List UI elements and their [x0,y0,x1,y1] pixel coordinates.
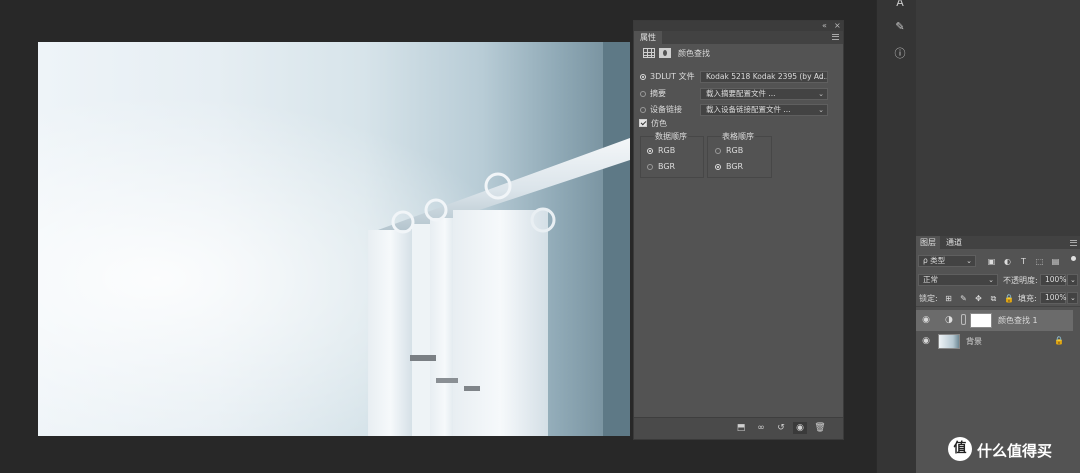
dither-label: 仿色 [651,119,667,128]
fill-label: 填充: [1018,294,1037,303]
smart-object-filter-icon[interactable]: ▤ [1051,257,1060,266]
adjustment-grid-icon[interactable] [643,48,655,58]
data-order-rgb-radio[interactable] [647,148,653,154]
table-order-bgr-radio[interactable] [715,164,721,170]
device-link-select[interactable]: 载入设备链接配置文件 ... ⌄ [700,104,828,116]
layer-filter-value: ρ 类型 [923,256,946,265]
watermark-text: 什么值得买 [977,442,1053,460]
lock-artboard-icon[interactable]: ⧉ [989,294,998,303]
opacity-value: 100% [1045,275,1067,284]
abstract-profile-select[interactable]: 载入摘要配置文件 ... ⌄ [700,88,828,100]
chevron-down-icon: ⌄ [1070,276,1076,284]
tab-channels[interactable]: 通道 [942,236,966,249]
lock-all-icon[interactable]: 🔒 [1004,294,1014,303]
layer-row-background[interactable]: ◉ 背景 🔒 [916,331,1080,352]
panel-titlebar: « × [634,21,843,31]
data-order-bgr-label: BGR [658,162,676,171]
fill-dropdown[interactable]: ⌄ [1067,292,1078,304]
panel-menu-icon[interactable] [1070,240,1077,246]
site-watermark: 值 什么值得买 [948,437,1066,463]
chevron-down-icon: ⌄ [818,106,824,114]
tab-layers[interactable]: 图层 [916,236,940,249]
option-label-abstract: 摘要 [650,89,666,98]
adjustment-layer-icon: ◑ [945,315,953,325]
data-order-title: 数据顺序 [654,131,688,142]
eye-icon[interactable]: ◉ [921,315,931,325]
mask-icon[interactable] [659,48,671,58]
device-link-value: 载入设备链接配置文件 ... [706,105,791,114]
document-canvas[interactable] [38,42,630,436]
chevron-down-icon: ⌄ [818,73,824,81]
delete-icon[interactable]: 🗑 [813,422,827,434]
dither-checkbox[interactable] [639,119,647,127]
layer-mask-thumbnail[interactable] [970,313,992,328]
visibility-icon[interactable]: ◉ [793,422,807,434]
curtain-photo [368,42,630,436]
data-order-bgr-radio[interactable] [647,164,653,170]
table-order-title: 表格顺序 [721,131,755,142]
reset-icon[interactable]: ↺ [774,422,788,434]
shape-filter-icon[interactable]: ⬚ [1035,257,1044,266]
adjustment-filter-icon[interactable]: ◐ [1003,257,1012,266]
layer-name: 颜色查找 1 [998,316,1038,325]
abstract-profile-value: 载入摘要配置文件 ... [706,89,776,98]
lock-icon: 🔒 [1054,336,1064,345]
lock-label: 锁定: [919,294,938,303]
opacity-dropdown[interactable]: ⌄ [1067,274,1078,286]
fill-input[interactable]: 100% [1040,292,1066,304]
properties-footer: ⬒ ∞ ↺ ◉ 🗑 [634,417,843,439]
info-icon[interactable]: ⓘ [891,45,909,63]
radio-abstract[interactable] [640,91,646,97]
divider [916,306,1080,307]
data-order-rgb-label: RGB [658,146,676,155]
lock-pixels-icon[interactable]: ✎ [959,294,968,303]
table-order-rgb-radio[interactable] [715,148,721,154]
layer-row-color-lookup[interactable]: ◉ ◑ 颜色查找 1 [916,310,1073,331]
clip-to-layer-icon[interactable]: ⬒ [734,422,748,434]
panel-menu-icon[interactable] [832,34,839,40]
chevron-down-icon: ⌄ [966,257,972,265]
type-filter-icon[interactable]: T [1019,257,1028,266]
table-order-rgb-label: RGB [726,146,744,155]
collapse-icon[interactable]: « [822,21,827,31]
character-icon[interactable]: A [891,0,909,12]
close-icon[interactable]: × [834,21,841,31]
radio-device-link[interactable] [640,107,646,113]
tab-properties[interactable]: 属性 [634,31,662,44]
panel-tab-row: 属性 [634,31,843,44]
panel-dock-strip: A ✎ ⓘ [876,0,917,473]
link-icon[interactable] [961,314,966,325]
opacity-label: 不透明度: [1003,276,1038,285]
eye-icon[interactable]: ◉ [921,336,931,346]
layer-name: 背景 [966,337,982,346]
chevron-down-icon: ⌄ [988,276,994,284]
3dlut-file-value: Kodak 5218 Kodak 2395 (by Ad... [706,72,828,81]
option-label-3dlut: 3DLUT 文件 [650,72,695,81]
adjustment-title: 颜色查找 [678,49,710,58]
layers-tab-row: 图层 通道 [916,236,1080,249]
opacity-input[interactable]: 100% [1040,274,1066,286]
lock-transparency-icon[interactable]: ⊞ [944,294,953,303]
brush-settings-icon[interactable]: ✎ [891,18,909,36]
pixel-filter-icon[interactable]: ▣ [987,257,996,266]
blend-mode-select[interactable]: 正常 ⌄ [918,274,998,286]
option-label-device-link: 设备链接 [650,105,682,114]
view-previous-icon[interactable]: ∞ [754,422,768,434]
layer-filter-select[interactable]: ρ 类型 ⌄ [918,255,976,267]
filter-toggle-icon[interactable] [1071,256,1076,261]
watermark-logo-icon: 值 [948,437,972,461]
layer-thumbnail [938,334,960,349]
3dlut-file-select[interactable]: Kodak 5218 Kodak 2395 (by Ad... ⌄ [700,71,828,83]
table-order-bgr-label: BGR [726,162,744,171]
lock-position-icon[interactable]: ✥ [974,294,983,303]
chevron-down-icon: ⌄ [818,90,824,98]
fill-value: 100% [1045,293,1067,302]
blend-mode-value: 正常 [923,275,938,284]
chevron-down-icon: ⌄ [1070,294,1076,302]
radio-3dlut[interactable] [640,74,646,80]
properties-panel: « × 属性 颜色查找 3DLUT 文件 Kodak 5218 Kodak 23… [633,20,844,440]
